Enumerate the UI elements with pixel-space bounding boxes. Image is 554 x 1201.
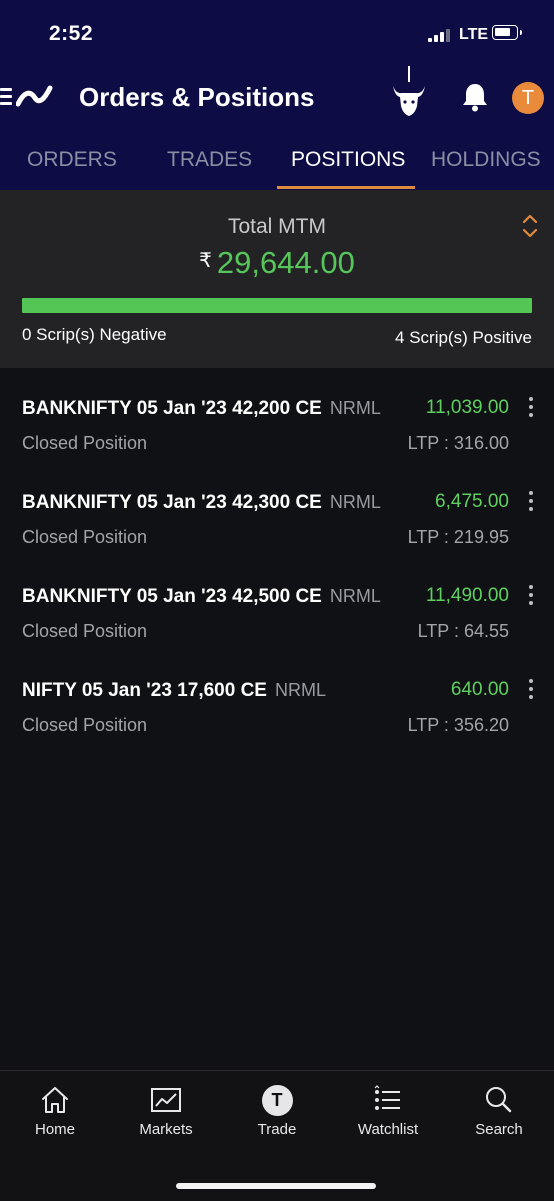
home-indicator[interactable] <box>176 1183 376 1189</box>
nav-watchlist-label: Watchlist <box>357 1121 419 1138</box>
avatar[interactable]: T <box>512 82 544 114</box>
nav-search[interactable]: Search <box>444 1085 554 1138</box>
position-name: BANKNIFTY 05 Jan '23 42,300 CE <box>22 492 322 513</box>
nav-home[interactable]: Home <box>0 1085 110 1138</box>
status-bar: 2:52 LTE <box>0 0 554 70</box>
position-product: NRML <box>329 586 381 606</box>
negative-scrips-label: 0 Scrip(s) Negative <box>22 325 167 344</box>
tab-holdings[interactable]: HOLDINGS <box>431 148 541 172</box>
position-status: Closed Position <box>22 621 148 641</box>
battery-icon <box>492 25 522 40</box>
position-ltp: LTP : 219.95 <box>407 527 509 547</box>
trade-icon: T <box>261 1085 293 1116</box>
nav-trade[interactable]: T Trade <box>222 1085 332 1138</box>
mtm-positive-bar <box>22 298 532 313</box>
position-name-line: BANKNIFTY 05 Jan '23 42,300 CE NRML <box>22 492 381 514</box>
position-pnl: 11,490.00 <box>425 585 509 606</box>
menu-icon[interactable] <box>0 88 12 106</box>
position-row[interactable]: BANKNIFTY 05 Jan '23 42,300 CE NRML 6,475… <box>0 462 554 556</box>
position-product: NRML <box>274 680 326 700</box>
position-name: BANKNIFTY 05 Jan '23 42,200 CE <box>22 398 322 419</box>
logo-icon <box>16 85 53 107</box>
mtm-summary-card: Total MTM ₹29,644.00 0 Scrip(s) Negative… <box>0 190 554 368</box>
more-vertical-icon[interactable] <box>526 491 536 513</box>
more-vertical-icon[interactable] <box>526 397 536 419</box>
position-ltp: LTP : 356.20 <box>407 715 509 735</box>
nav-search-label: Search <box>475 1121 523 1138</box>
position-row[interactable]: BANKNIFTY 05 Jan '23 42,200 CE NRML 11,03… <box>0 368 554 462</box>
nav-watchlist[interactable]: Watchlist <box>333 1085 443 1138</box>
tab-orders[interactable]: ORDERS <box>27 148 117 172</box>
position-name: BANKNIFTY 05 Jan '23 42,500 CE <box>22 586 322 607</box>
network-type: LTE <box>459 26 489 43</box>
total-mtm-value: 29,644.00 <box>216 245 355 280</box>
total-mtm-label: Total MTM <box>227 215 326 238</box>
rupee-symbol: ₹ <box>199 250 212 272</box>
app-header: 2:52 LTE Orders & Positions T ORDERS TRA… <box>0 0 554 190</box>
more-vertical-icon[interactable] <box>526 585 536 607</box>
tab-bar: ORDERS TRADES POSITIONS HOLDINGS <box>0 140 554 190</box>
search-icon <box>486 1087 512 1113</box>
position-ltp: LTP : 64.55 <box>417 621 509 641</box>
position-pnl: 6,475.00 <box>435 491 509 512</box>
signal-icon <box>428 28 454 42</box>
nav-trade-label: Trade <box>257 1121 297 1138</box>
chart-icon <box>151 1088 181 1112</box>
bull-icon[interactable] <box>390 66 428 118</box>
sort-icon[interactable] <box>520 212 540 240</box>
status-time: 2:52 <box>49 22 94 45</box>
page-title: Orders & Positions <box>79 82 315 112</box>
position-status: Closed Position <box>22 715 148 735</box>
positive-scrips-label: 4 Scrip(s) Positive <box>395 328 532 347</box>
total-mtm: ₹29,644.00 <box>0 245 554 281</box>
position-status: Closed Position <box>22 433 148 453</box>
position-pnl: 11,039.00 <box>425 397 509 418</box>
position-row[interactable]: BANKNIFTY 05 Jan '23 42,500 CE NRML 11,49… <box>0 556 554 650</box>
nav-markets-label: Markets <box>139 1121 193 1138</box>
nav-home-label: Home <box>34 1121 75 1138</box>
bell-icon[interactable] <box>461 82 489 112</box>
bottom-nav: Home Markets T Trade Watchlist Search <box>0 1070 554 1201</box>
position-name-line: NIFTY 05 Jan '23 17,600 CE NRML <box>22 680 326 702</box>
position-product: NRML <box>329 492 381 512</box>
watchlist-icon <box>374 1085 400 1110</box>
tab-trades[interactable]: TRADES <box>167 148 252 172</box>
nav-markets[interactable]: Markets <box>111 1085 221 1138</box>
more-vertical-icon[interactable] <box>526 679 536 701</box>
active-tab-indicator <box>277 186 415 189</box>
home-icon <box>42 1087 68 1113</box>
position-row[interactable]: NIFTY 05 Jan '23 17,600 CE NRML 640.00 Cl… <box>0 650 554 744</box>
position-pnl: 640.00 <box>450 679 509 700</box>
position-name-line: BANKNIFTY 05 Jan '23 42,500 CE NRML <box>22 586 381 608</box>
position-name-line: BANKNIFTY 05 Jan '23 42,200 CE NRML <box>22 398 381 420</box>
position-name: NIFTY 05 Jan '23 17,600 CE <box>22 680 267 701</box>
tab-positions[interactable]: POSITIONS <box>291 148 405 172</box>
position-status: Closed Position <box>22 527 148 547</box>
position-ltp: LTP : 316.00 <box>407 433 509 453</box>
position-product: NRML <box>329 398 381 418</box>
